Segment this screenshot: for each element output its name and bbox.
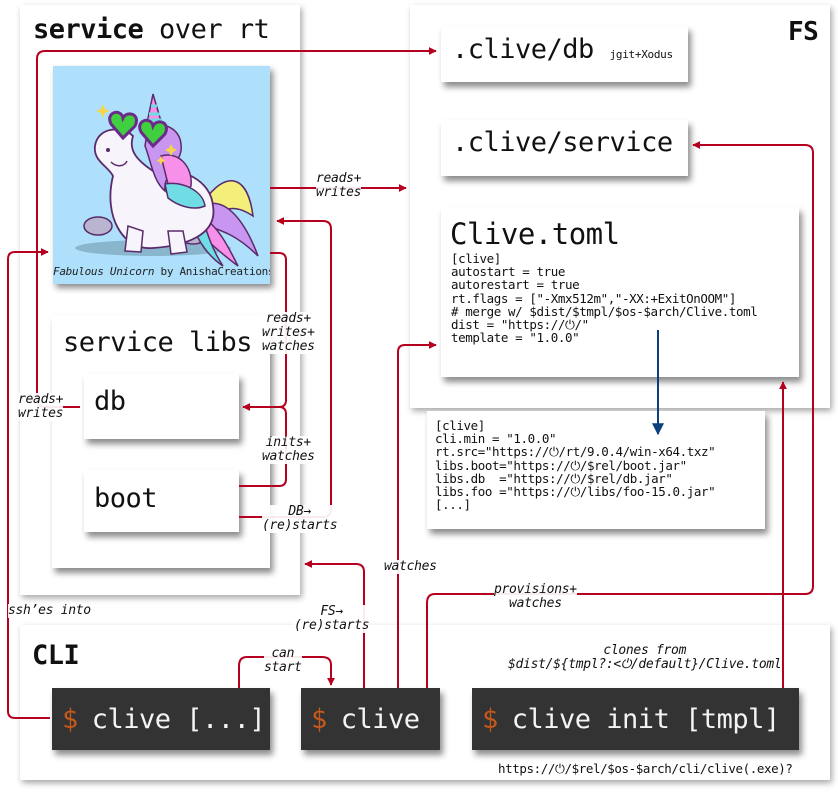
terminal-clive[interactable]: $ clive — [301, 688, 440, 750]
label-can-start: can start — [264, 646, 302, 675]
lib-boot-label: boot — [94, 483, 158, 514]
unicorn-image: Fabulous Unicorn by AnishaCreations — [53, 66, 270, 284]
cmd-clive: clive — [340, 703, 420, 735]
terminal-clive-any[interactable]: $ clive [...] — [52, 688, 270, 750]
label-fs-restarts: FS→ (re)starts — [294, 604, 370, 633]
clive-toml-line: template = "1.0.0" — [451, 330, 580, 346]
clones-from-note: clones from $dist/${tmpl?:<⏻/default}/Cl… — [508, 643, 782, 672]
service-libs-title: service libs — [63, 327, 253, 358]
lib-db-label: db — [94, 386, 126, 417]
merged-toml-line: [...] — [435, 497, 471, 513]
terminal-clive-init[interactable]: $ clive init [tmpl] — [472, 688, 799, 750]
clive-db-path: .clive/db — [452, 34, 594, 65]
cmd-clive-any: clive [...] — [91, 703, 266, 735]
merged-toml-line: rt.src="https://⏻/rt/9.0.4/win-x64.txz" — [435, 444, 716, 460]
service-panel-title: service over rt — [33, 14, 270, 45]
prompt-dollar: $ — [311, 703, 327, 735]
label-ssh-into: ssh’es into — [8, 603, 91, 618]
label-inits-watches: inits+ watches — [262, 435, 315, 464]
prompt-dollar: $ — [62, 703, 78, 735]
clive-service-label: .clive/service — [452, 127, 673, 158]
prompt-dollar: $ — [482, 703, 498, 735]
label-reads-writes-db: reads+ writes — [18, 392, 64, 421]
cli-download-url: https://⏻/$rel/$os-$arch/cli/clive(.exe)… — [498, 761, 793, 776]
fs-panel-title: FS — [788, 17, 819, 47]
label-watches: watches — [384, 559, 437, 574]
label-provisions-watches: provisions+ watches — [494, 582, 577, 611]
service-title-bold: service — [33, 14, 144, 45]
merged-toml-content: [clive] cli.min = "1.0.0" rt.src="https://… — [435, 419, 716, 513]
label-reads-writes-fs: reads+ writes — [316, 171, 362, 200]
clive-db-label: .clive/db jgit+Xodus — [452, 34, 673, 65]
unicorn-illustration — [75, 93, 259, 267]
merged-toml-line: libs.boot="https://⏻/$rel/boot.jar" — [435, 457, 687, 473]
image-caption: Fabulous Unicorn by AnishaCreations — [53, 265, 270, 278]
label-reads-writes-watches: reads+ writes+ watches — [262, 311, 315, 354]
clive-toml-line: autorestart = true — [451, 277, 580, 293]
clive-toml-title: Clive.toml — [450, 217, 620, 251]
clive-db-note: jgit+Xodus — [609, 48, 674, 61]
merged-toml-line: libs.foo ="https://⏻/libs/foo-15.0.jar" — [435, 484, 716, 500]
service-title-rest: over rt — [143, 14, 270, 45]
clive-toml-content: [clive] autostart = true autorestart = tru… — [451, 252, 758, 346]
clive-toml-line: rt.flags = ["-Xmx512m","-XX:+ExitOnOOM"] — [451, 290, 737, 306]
cmd-clive-init: clive init [tmpl] — [511, 703, 780, 735]
label-db-restarts: DB→ (re)starts — [262, 504, 338, 533]
cli-panel-title: CLI — [32, 640, 80, 671]
